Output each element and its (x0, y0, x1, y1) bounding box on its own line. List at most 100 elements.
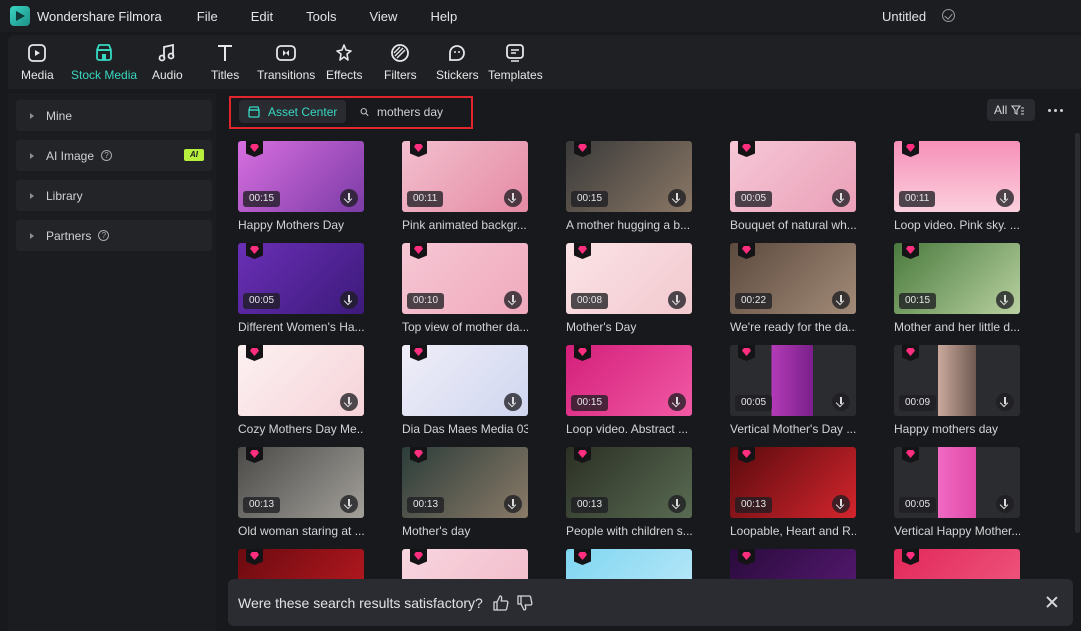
video-thumbnail[interactable]: 00:11 (402, 141, 528, 212)
download-icon[interactable] (996, 393, 1014, 411)
video-thumbnail[interactable] (238, 345, 364, 416)
video-thumbnail[interactable]: 00:15 (566, 345, 692, 416)
result-card[interactable]: 00:11 Loop video. Pink sky. ... (894, 141, 1020, 232)
caret-right-icon (30, 152, 34, 159)
result-card[interactable]: Dia Das Maes Media 03 (402, 345, 528, 436)
tab-filters[interactable]: Filters (384, 35, 417, 89)
download-icon[interactable] (996, 291, 1014, 309)
download-icon[interactable] (832, 189, 850, 207)
close-icon[interactable] (1045, 595, 1059, 609)
video-thumbnail[interactable]: 00:13 (730, 447, 856, 518)
result-card[interactable]: 00:13 People with children s... (566, 447, 692, 538)
sidebar-item-ai-image[interactable]: AI Image ? AI (16, 140, 212, 171)
result-card[interactable]: 00:05 Vertical Mother's Day ... (730, 345, 856, 436)
feedback-bar: Were these search results satisfactory? (228, 579, 1073, 626)
download-icon[interactable] (668, 189, 686, 207)
download-icon[interactable] (996, 189, 1014, 207)
video-thumbnail[interactable]: 00:10 (402, 243, 528, 314)
tab-stickers[interactable]: Stickers (436, 35, 479, 89)
tab-templates[interactable]: Templates (488, 35, 543, 89)
premium-gem-icon (902, 345, 919, 361)
download-icon[interactable] (668, 393, 686, 411)
sidebar-item-partners[interactable]: Partners ? (16, 220, 212, 251)
thumbs-up-icon[interactable] (492, 594, 510, 612)
download-icon[interactable] (832, 393, 850, 411)
result-card[interactable]: 00:05 Bouquet of natural wh... (730, 141, 856, 232)
video-thumbnail[interactable]: 00:05 (730, 141, 856, 212)
sidebar: Mine AI Image ? AI Library Partners ? (8, 93, 216, 631)
title-bar: Wondershare Filmora File Edit Tools View… (0, 0, 1081, 32)
menu-tools[interactable]: Tools (306, 9, 336, 24)
download-icon[interactable] (504, 291, 522, 309)
help-icon[interactable]: ? (101, 150, 113, 161)
video-thumbnail[interactable]: 00:15 (566, 141, 692, 212)
download-icon[interactable] (340, 393, 358, 411)
download-icon[interactable] (340, 291, 358, 309)
premium-gem-icon (574, 447, 591, 463)
video-thumbnail[interactable]: 00:09 (894, 345, 1020, 416)
duration-badge: 00:08 (571, 293, 609, 309)
video-thumbnail[interactable]: 00:13 (402, 447, 528, 518)
saved-check-icon (942, 9, 955, 22)
help-icon[interactable]: ? (98, 230, 110, 241)
download-icon[interactable] (504, 189, 522, 207)
result-card[interactable]: 00:15 A mother hugging a b... (566, 141, 692, 232)
download-icon[interactable] (668, 291, 686, 309)
tab-media[interactable]: Media (21, 35, 54, 89)
premium-gem-icon (246, 141, 263, 157)
thumbs-down-icon[interactable] (516, 594, 534, 612)
tab-titles[interactable]: Titles (211, 35, 239, 89)
result-title: A mother hugging a b... (566, 218, 691, 232)
premium-gem-icon (246, 447, 263, 463)
result-card[interactable]: 00:13 Mother's day (402, 447, 528, 538)
download-icon[interactable] (340, 189, 358, 207)
menu-file[interactable]: File (197, 9, 218, 24)
download-icon[interactable] (832, 291, 850, 309)
menu-view[interactable]: View (369, 9, 397, 24)
sidebar-item-mine[interactable]: Mine (16, 100, 212, 131)
result-card[interactable]: 00:08 Mother's Day (566, 243, 692, 334)
result-title: Loop video. Abstract ... (566, 422, 689, 436)
premium-gem-icon (410, 447, 427, 463)
result-card[interactable]: 00:15 Loop video. Abstract ... (566, 345, 692, 436)
effects-icon (336, 44, 353, 61)
premium-gem-icon (246, 549, 263, 565)
result-card[interactable]: 00:15 Mother and her little d... (894, 243, 1020, 334)
video-thumbnail[interactable]: 00:15 (238, 141, 364, 212)
tab-effects[interactable]: Effects (326, 35, 362, 89)
video-thumbnail[interactable]: 00:05 (894, 447, 1020, 518)
download-icon[interactable] (832, 495, 850, 513)
result-card[interactable]: 00:13 Loopable, Heart and R... (730, 447, 856, 538)
video-thumbnail[interactable]: 00:11 (894, 141, 1020, 212)
video-thumbnail[interactable]: 00:05 (238, 243, 364, 314)
result-card[interactable]: 00:05 Vertical Happy Mother... (894, 447, 1020, 538)
tab-stock-media[interactable]: Stock Media (71, 35, 137, 89)
download-icon[interactable] (504, 495, 522, 513)
menu-help[interactable]: Help (430, 9, 457, 24)
download-icon[interactable] (504, 393, 522, 411)
result-card[interactable]: Cozy Mothers Day Me... (238, 345, 364, 436)
download-icon[interactable] (668, 495, 686, 513)
premium-gem-icon (738, 141, 755, 157)
tab-audio[interactable]: Audio (152, 35, 183, 89)
result-card[interactable]: 00:22 We're ready for the da... (730, 243, 856, 334)
result-card[interactable]: 00:05 Different Women's Ha... (238, 243, 364, 334)
video-thumbnail[interactable]: 00:22 (730, 243, 856, 314)
download-icon[interactable] (340, 495, 358, 513)
result-card[interactable]: 00:13 Old woman staring at ... (238, 447, 364, 538)
download-icon[interactable] (996, 495, 1014, 513)
result-card[interactable]: 00:09 Happy mothers day (894, 345, 1020, 436)
result-card[interactable]: 00:11 Pink animated backgr... (402, 141, 528, 232)
video-thumbnail[interactable]: 00:05 (730, 345, 856, 416)
video-thumbnail[interactable]: 00:08 (566, 243, 692, 314)
video-thumbnail[interactable] (402, 345, 528, 416)
app-name: Wondershare Filmora (37, 8, 162, 24)
video-thumbnail[interactable]: 00:13 (566, 447, 692, 518)
sidebar-item-library[interactable]: Library (16, 180, 212, 211)
tab-transitions[interactable]: Transitions (257, 35, 315, 89)
video-thumbnail[interactable]: 00:13 (238, 447, 364, 518)
video-thumbnail[interactable]: 00:15 (894, 243, 1020, 314)
result-card[interactable]: 00:15 Happy Mothers Day (238, 141, 364, 232)
menu-edit[interactable]: Edit (251, 9, 273, 24)
result-card[interactable]: 00:10 Top view of mother da... (402, 243, 528, 334)
